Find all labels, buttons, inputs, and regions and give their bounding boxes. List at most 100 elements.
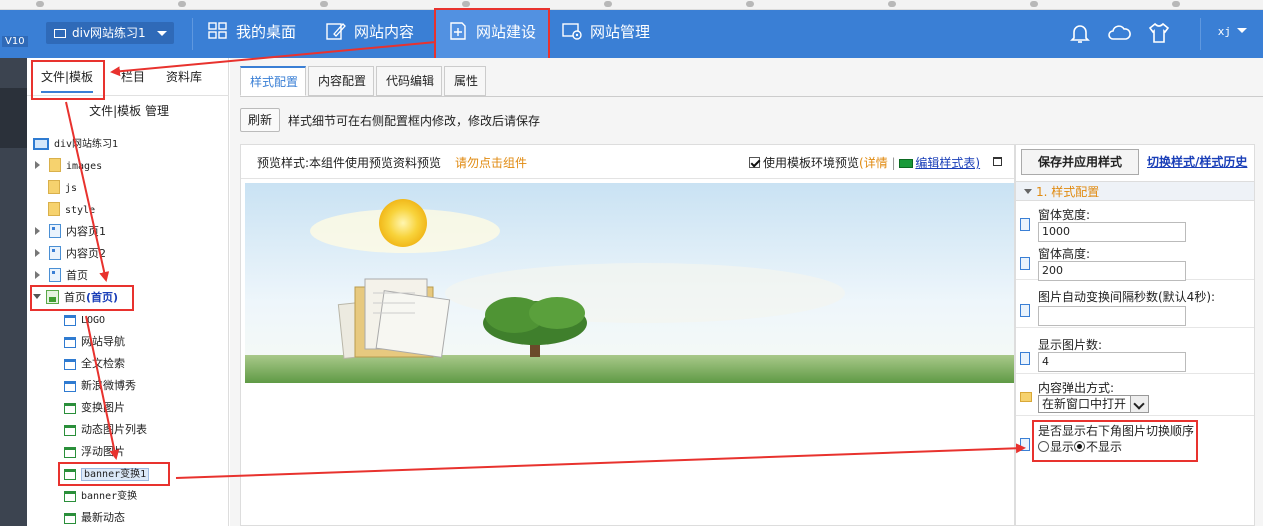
tree-label: 动态图片列表 xyxy=(81,423,147,436)
site-icon xyxy=(33,138,49,150)
width-input[interactable]: 1000 xyxy=(1038,222,1186,242)
component-icon xyxy=(64,447,76,458)
tree-item[interactable]: 内容页1 xyxy=(35,222,106,242)
tree-component[interactable]: 最新动态 xyxy=(64,508,125,528)
tree-component[interactable]: 动态图片列表 xyxy=(64,420,147,440)
tree-component[interactable]: 变换图片 xyxy=(64,398,125,418)
component-icon xyxy=(64,381,76,392)
documents-illustration xyxy=(337,278,451,359)
interval-input[interactable] xyxy=(1038,306,1186,326)
annotation-box xyxy=(30,285,134,311)
save-apply-button[interactable]: 保存并应用样式 xyxy=(1021,149,1139,175)
doc-icon xyxy=(1020,257,1030,270)
hint-text: 样式细节可在右侧配置框内修改，修改后请保存 xyxy=(288,114,541,128)
section-header[interactable]: 1. 样式配置 xyxy=(1016,181,1254,201)
switch-style-link[interactable]: 切换样式/样式历史 xyxy=(1147,153,1247,170)
popup-select[interactable]: 在新窗口中打开 xyxy=(1038,395,1150,413)
tree-label: 浮动图片 xyxy=(81,445,125,458)
nav-site-build[interactable]: 网站建设 xyxy=(434,8,550,60)
tree-label: 网站导航 xyxy=(81,335,125,348)
section-title: 1. 样式配置 xyxy=(1036,185,1100,199)
grid-icon xyxy=(208,22,227,39)
refresh-button[interactable]: 刷新 xyxy=(240,108,281,132)
shirt-icon[interactable] xyxy=(1146,20,1172,46)
template-env-checkbox[interactable] xyxy=(749,157,760,168)
tree-label: images xyxy=(66,161,103,172)
edit-stylesheet-link[interactable]: 编辑样式表) xyxy=(915,156,980,170)
expand-icon[interactable] xyxy=(35,161,44,169)
tree-item[interactable]: 内容页2 xyxy=(35,244,106,264)
tree-component[interactable]: 全文检索 xyxy=(64,354,125,374)
monitor-icon xyxy=(54,29,66,38)
tree-label: 内容页2 xyxy=(66,247,106,260)
tree-item[interactable]: js xyxy=(48,178,77,198)
tree-label: 首页 xyxy=(66,269,88,282)
tree-root[interactable]: div网站练习1 xyxy=(33,134,118,154)
tab-style-config[interactable]: 样式配置 xyxy=(240,66,306,96)
tree-item[interactable]: style xyxy=(48,200,95,220)
tree-label: 变换图片 xyxy=(81,401,125,414)
tab-columns[interactable]: 栏目 xyxy=(121,68,145,85)
tab-icon xyxy=(36,1,44,7)
sidebar: 文件|模板 栏目 资料库 文件|模板 管理 div网站练习1 images js… xyxy=(27,58,229,526)
component-icon xyxy=(64,337,76,348)
tree-component[interactable]: 新浪微博秀 xyxy=(64,376,136,396)
doc-icon xyxy=(1020,218,1030,231)
component-icon xyxy=(64,359,76,370)
interval-field: 图片自动变换间隔秒数(默认4秒): xyxy=(1016,284,1254,328)
popup-field: 内容弹出方式: 在新窗口中打开 xyxy=(1016,376,1254,416)
tab-content-config[interactable]: 内容配置 xyxy=(308,66,374,96)
expand-icon[interactable] xyxy=(35,249,44,257)
popup-value: 在新窗口中打开 xyxy=(1042,397,1127,411)
tree-label: style xyxy=(65,205,96,216)
height-input[interactable]: 200 xyxy=(1038,261,1186,281)
page-icon xyxy=(49,246,61,260)
tree-item[interactable]: images xyxy=(35,156,102,176)
count-input[interactable]: 4 xyxy=(1038,352,1186,372)
site-selector[interactable]: div网站练习1 xyxy=(46,22,174,44)
page-icon xyxy=(49,224,61,238)
expand-icon[interactable] xyxy=(35,271,44,279)
nav-my-desktop[interactable]: 我的桌面 xyxy=(196,10,312,58)
build-icon xyxy=(450,22,466,40)
top-header: V10 div网站练习1 我的桌面 网站内容 网站建设 网站管理 xj xyxy=(0,8,1263,60)
tree-label: 最新动态 xyxy=(81,511,125,524)
nav-site-manage[interactable]: 网站管理 xyxy=(550,10,670,58)
tab-code-edit[interactable]: 代码编辑 xyxy=(376,66,442,96)
tab-icon xyxy=(1172,1,1180,7)
bell-icon[interactable] xyxy=(1067,20,1093,46)
preview-warning: 请勿点击组件 xyxy=(455,156,528,170)
annotation-box xyxy=(58,462,170,486)
width-label: 窗体宽度: xyxy=(1038,208,1091,222)
tree-component[interactable]: 网站导航 xyxy=(64,332,125,352)
tree-component[interactable]: banner变换 xyxy=(64,486,137,506)
tree-component[interactable]: 浮动图片 xyxy=(64,442,125,462)
height-label: 窗体高度: xyxy=(1038,247,1091,261)
tab-properties[interactable]: 属性 xyxy=(444,66,486,96)
expand-icon[interactable] xyxy=(35,227,44,235)
config-panel: 保存并应用样式 切换样式/样式历史 1. 样式配置 窗体宽度: 1000 窗体高… xyxy=(1015,144,1255,526)
divider xyxy=(1200,18,1201,50)
folder-icon xyxy=(1020,392,1032,402)
left-rail xyxy=(0,58,27,526)
manage-icon xyxy=(562,23,582,40)
user-menu[interactable]: xj xyxy=(1218,24,1247,38)
doc-icon xyxy=(1020,304,1030,317)
stylesheet-icon xyxy=(899,159,914,168)
doc-icon xyxy=(1020,352,1030,365)
count-field: 显示图片数: 4 xyxy=(1016,332,1254,374)
maximize-icon[interactable] xyxy=(993,157,1002,166)
annotation-box xyxy=(31,60,105,100)
divider xyxy=(192,18,193,50)
preview-toolbar: 预览样式:本组件使用预览资料预览 请勿点击组件 使用模板环境预览(详情 | 编辑… xyxy=(241,145,1014,179)
edit-icon xyxy=(326,23,346,40)
count-label: 显示图片数: xyxy=(1038,338,1103,352)
nav-site-content[interactable]: 网站内容 xyxy=(314,10,432,58)
cloud-icon[interactable] xyxy=(1106,20,1132,46)
chevron-down-icon xyxy=(1130,396,1149,412)
tab-library[interactable]: 资料库 xyxy=(166,68,202,85)
detail-link[interactable]: (详情 xyxy=(859,156,888,170)
tree-item[interactable]: 首页 xyxy=(35,266,88,286)
version-tag: V10 xyxy=(2,36,28,47)
tree-component[interactable]: LOGO xyxy=(64,310,105,330)
